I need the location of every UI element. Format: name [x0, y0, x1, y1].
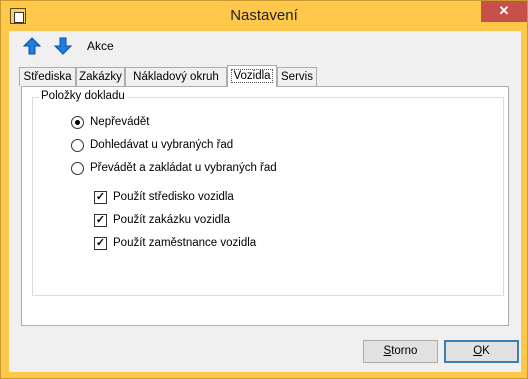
tab-label: Vozidla [231, 69, 273, 83]
tab-vozidla[interactable]: Vozidla [227, 65, 277, 87]
close-button[interactable]: ✕ [481, 1, 527, 22]
checkbox-box[interactable]: ✓ [94, 214, 107, 227]
group-label: Položky dokladu [39, 90, 127, 102]
tab-label: Servis [281, 71, 313, 83]
tab-label: Střediska [23, 71, 72, 83]
tab-nakladovy-okruh[interactable]: Nákladový okruh [125, 67, 227, 86]
radio-label: Nepřevádět [90, 116, 150, 128]
cancel-button[interactable]: Storno [363, 340, 438, 363]
radio-neprevadet[interactable]: Nepřevádět [71, 115, 271, 131]
accelerator-key: O [473, 345, 483, 357]
toolbar: Akce [9, 31, 521, 59]
arrow-up-icon[interactable] [22, 36, 42, 56]
radio-label: Převádět a zakládat u vybraných řad [90, 162, 277, 174]
checkbox-label: Použít středisko vozidla [113, 191, 234, 203]
checkbox-label: Použít zakázku vozidla [113, 214, 230, 226]
tab-page-vozidla: Položky dokladu Nepřevádět Dohledávat u … [21, 86, 509, 326]
window-title: Nastavení [230, 7, 298, 24]
radio-prevadet-zakladat[interactable]: Převádět a zakládat u vybraných řad [71, 161, 331, 177]
action-menu-button[interactable]: Akce [87, 39, 114, 53]
tab-servis[interactable]: Servis [277, 67, 317, 86]
tab-label: Zakázky [79, 71, 122, 83]
tab-strediska[interactable]: Střediska [19, 67, 76, 86]
radio-button[interactable] [71, 139, 84, 152]
tab-label: Nákladový okruh [133, 71, 219, 83]
tab-zakazky[interactable]: Zakázky [76, 67, 125, 86]
checkbox-box[interactable]: ✓ [94, 237, 107, 250]
checkbox-label: Použít zaměstnance vozidla [113, 237, 257, 249]
checkbox-box[interactable]: ✓ [94, 191, 107, 204]
radio-dohledavat[interactable]: Dohledávat u vybraných řad [71, 138, 311, 154]
ok-button[interactable]: OK [444, 340, 519, 363]
checkbox-zamestnanec[interactable]: ✓ Použít zaměstnance vozidla [94, 236, 314, 252]
title-bar[interactable]: Nastavení ✕ [1, 1, 527, 31]
settings-window: Nastavení ✕ Akce Střediska Zakázky Nákla… [0, 0, 528, 379]
dialog-body: Akce Střediska Zakázky Nákladový okruh V… [9, 31, 521, 372]
document-items-group: Položky dokladu Nepřevádět Dohledávat u … [32, 90, 504, 296]
checkbox-zakazka[interactable]: ✓ Použít zakázku vozidla [94, 213, 294, 229]
ok-button-face: OK [445, 341, 518, 362]
checkbox-stredisko[interactable]: ✓ Použít středisko vozidla [94, 190, 294, 206]
button-label-rest: K [482, 345, 490, 357]
radio-button[interactable] [71, 162, 84, 175]
arrow-down-icon[interactable] [53, 36, 73, 56]
radio-button[interactable] [71, 116, 84, 129]
button-label-rest: torno [391, 345, 418, 357]
radio-label: Dohledávat u vybraných řad [90, 139, 234, 151]
